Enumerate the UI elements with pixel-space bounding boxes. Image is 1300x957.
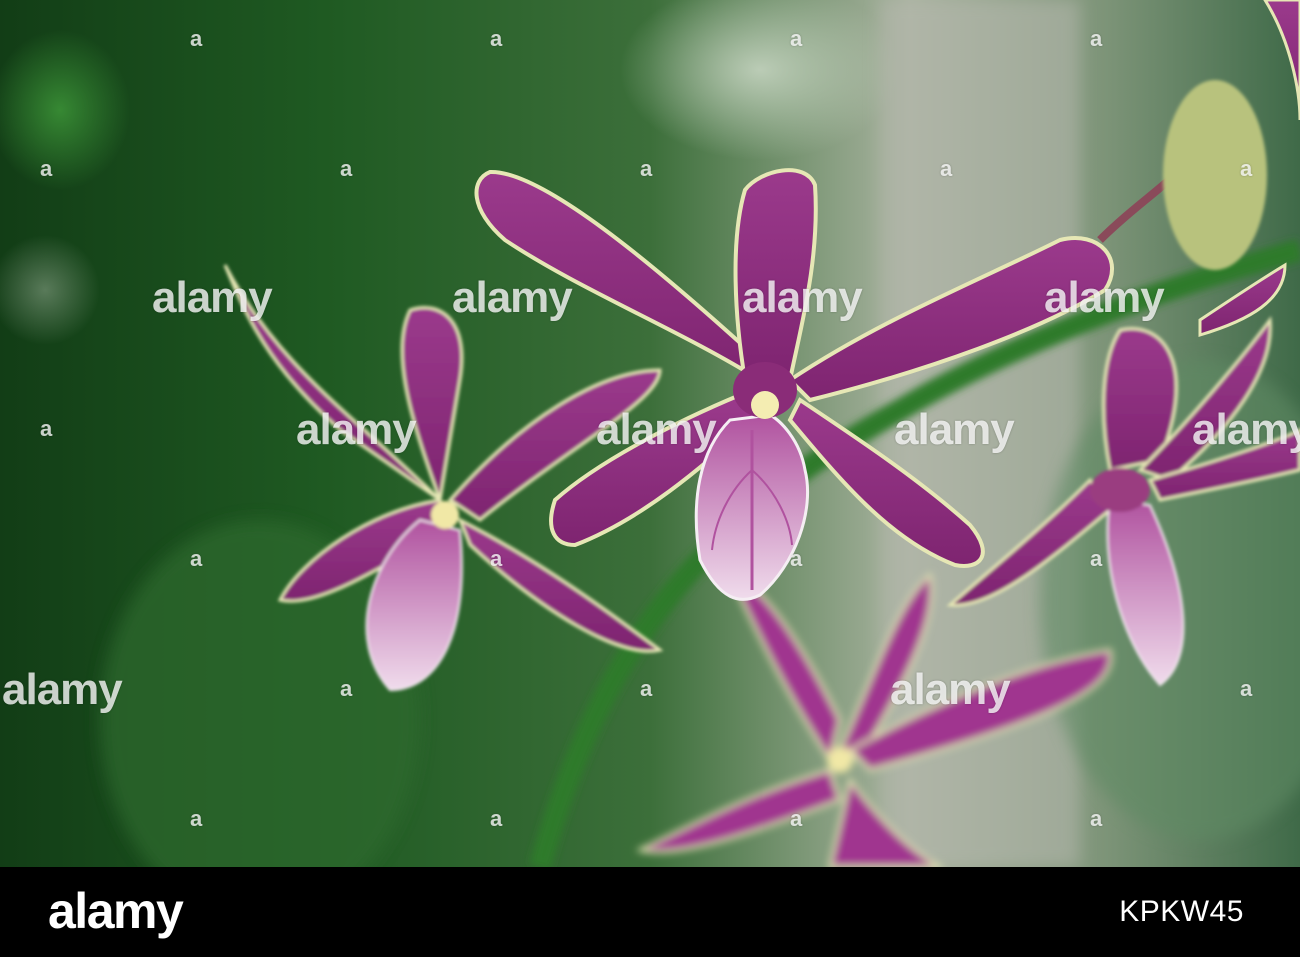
orchid-photo: a a a a a a a a a alamy alamy alamy alam… [0,0,1300,867]
footer-bar: alamy KPKW45 [0,867,1300,957]
orchid-scene [0,0,1300,867]
stock-photo-frame: a a a a a a a a a alamy alamy alamy alam… [0,0,1300,957]
alamy-logo: alamy [48,883,184,939]
image-id: KPKW45 [1119,895,1244,928]
orchid-bud [1163,80,1267,270]
